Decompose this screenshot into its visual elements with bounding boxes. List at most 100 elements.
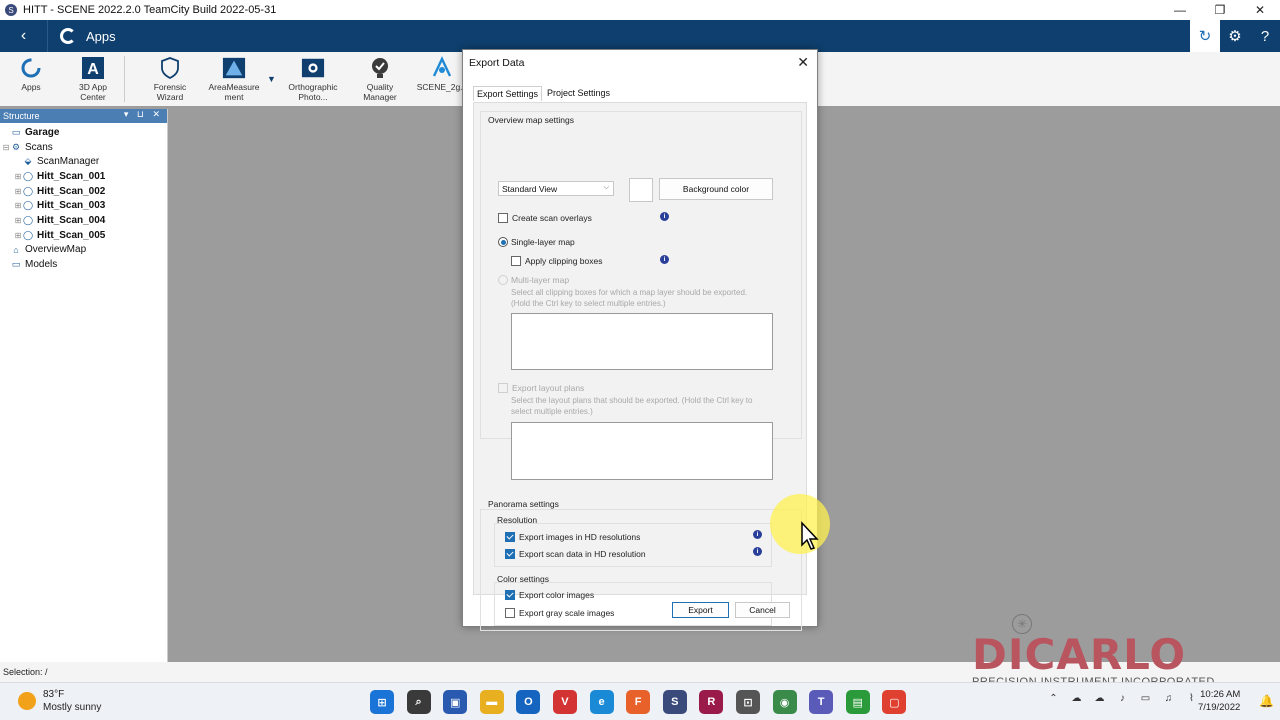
- sketchup-icon[interactable]: ▤: [845, 690, 870, 714]
- export-images-hd-checkbox[interactable]: Export images in HD resolutions: [505, 532, 640, 542]
- minimize-button[interactable]: —: [1160, 0, 1200, 20]
- tree-item[interactable]: ⬙ ScanManager: [0, 154, 167, 169]
- remote-icon[interactable]: ⊡: [735, 690, 760, 714]
- save-app-icon[interactable]: ▣: [443, 690, 468, 714]
- export-gray-scale-checkbox[interactable]: Export gray scale images: [505, 608, 614, 618]
- cloud-icon[interactable]: ☁: [1065, 693, 1088, 704]
- ribbon-apps-button[interactable]: Apps: [0, 52, 62, 92]
- create-scan-overlays-checkbox[interactable]: Create scan overlays: [498, 213, 592, 223]
- ribbon-area-measurement-button[interactable]: AreaMeasure ment: [201, 52, 267, 102]
- checkbox-label: Export scan data in HD resolution: [519, 549, 646, 559]
- expand-toggle-icon[interactable]: ⊞: [14, 187, 22, 196]
- taskbar-clock[interactable]: 10:26 AM 7/19/2022: [1198, 688, 1240, 714]
- layout-plans-list[interactable]: [511, 422, 773, 480]
- restore-button[interactable]: ❐: [1200, 0, 1240, 20]
- ribbon-label: Orthographic Photo...: [288, 82, 338, 102]
- tree-item-label: ScanManager: [37, 156, 100, 168]
- structure-tree: ▭ Garage ⊟ ⚙ Scans ⬙ ScanManager ⊞ ◯ Hitt_Scan_00…: [0, 123, 167, 272]
- display-icon[interactable]: ▭: [1134, 693, 1157, 704]
- recap-icon[interactable]: R: [699, 690, 724, 714]
- dicarlo-watermark: ✳ DICARLO PRECISION INSTRUMENT INCORPORA…: [968, 612, 1236, 690]
- export-layout-plans-checkbox[interactable]: Export layout plans: [498, 383, 584, 393]
- ribbon-forensic-wizard-button[interactable]: Forensic Wizard: [139, 52, 201, 102]
- red-app-icon[interactable]: ▢: [882, 690, 907, 714]
- expand-toggle-icon[interactable]: ⊞: [14, 201, 22, 210]
- export-scan-data-hd-checkbox[interactable]: Export scan data in HD resolution: [505, 549, 646, 559]
- scene-taskbar-icon[interactable]: S: [662, 690, 687, 714]
- help-icon[interactable]: ?: [1250, 20, 1280, 52]
- tab-project-settings[interactable]: Project Settings: [544, 86, 613, 101]
- tree-item[interactable]: ⊟ ⚙ Scans: [0, 140, 167, 155]
- cloud-outline-icon[interactable]: ☁: [1088, 693, 1111, 704]
- apps-icon: [60, 28, 76, 44]
- radio-dot: [498, 275, 508, 285]
- svg-text:A: A: [87, 61, 99, 78]
- firefox-icon[interactable]: F: [626, 690, 651, 714]
- export-color-images-checkbox[interactable]: Export color images: [505, 590, 594, 600]
- info-icon[interactable]: i: [660, 212, 669, 221]
- app-bar: ‹ Apps ↻ ⚙ ?: [0, 20, 1280, 52]
- clipping-boxes-list[interactable]: [511, 313, 773, 370]
- scan-icon: ◯: [22, 170, 34, 181]
- tree-item[interactable]: ▭ Models: [0, 257, 167, 272]
- radio-label: Multi-layer map: [511, 275, 570, 285]
- multi-layer-map-radio[interactable]: Multi-layer map: [498, 275, 569, 285]
- info-icon[interactable]: i: [753, 530, 762, 539]
- tree-item[interactable]: ⊞ ◯ Hitt_Scan_004: [0, 213, 167, 228]
- tree-item[interactable]: ▭ Garage: [0, 125, 167, 140]
- tree-item[interactable]: ⌂ OverviewMap: [0, 243, 167, 258]
- cancel-button[interactable]: Cancel: [735, 602, 790, 618]
- tree-item-label: Hitt_Scan_004: [37, 214, 106, 226]
- ribbon-quality-manager-button[interactable]: Quality Manager: [349, 52, 411, 102]
- chevron-up-icon[interactable]: ⌃: [1042, 693, 1065, 704]
- windows-start-icon[interactable]: ⊞: [370, 690, 394, 714]
- tree-item[interactable]: ⊞ ◯ Hitt_Scan_002: [0, 184, 167, 199]
- vivaldi-icon[interactable]: V: [552, 690, 577, 714]
- globe-app-icon[interactable]: ◉: [772, 690, 797, 714]
- info-icon[interactable]: i: [660, 255, 669, 264]
- ribbon-3d-app-center-button[interactable]: A 3D App Center: [62, 52, 124, 102]
- mic-icon[interactable]: ♪: [1111, 693, 1134, 704]
- multi-layer-hint: Select all clipping boxes for which a ma…: [511, 288, 748, 308]
- file-explorer-icon[interactable]: ▬: [479, 690, 504, 714]
- tree-item-label: Models: [25, 259, 58, 271]
- background-color-button[interactable]: Background color: [659, 178, 773, 200]
- dialog-close-button[interactable]: ✕: [797, 54, 809, 71]
- settings-gear-icon[interactable]: ⚙: [1220, 20, 1250, 52]
- expand-toggle-icon[interactable]: ⊟: [2, 143, 10, 152]
- background-color-swatch[interactable]: [629, 178, 653, 202]
- edge-icon[interactable]: e: [589, 690, 614, 714]
- tree-item[interactable]: ⊞ ◯ Hitt_Scan_001: [0, 169, 167, 184]
- search-icon[interactable]: ⌕: [406, 690, 431, 714]
- outlook-icon[interactable]: O: [516, 690, 541, 714]
- expand-toggle-icon[interactable]: ⊞: [14, 216, 22, 225]
- export-button[interactable]: Export: [672, 602, 729, 618]
- tree-item[interactable]: ⊞ ◯ Hitt_Scan_003: [0, 198, 167, 213]
- layout-plans-hint: Select the layout plans that should be e…: [511, 396, 753, 416]
- sync-icon[interactable]: ↻: [1190, 20, 1220, 52]
- teams-icon[interactable]: T: [809, 690, 834, 714]
- tree-item[interactable]: ⊞ ◯ Hitt_Scan_005: [0, 228, 167, 243]
- pane-controls[interactable]: ▾ ⊔ ✕: [124, 109, 163, 120]
- area-measurement-dropdown-icon[interactable]: ▼: [267, 74, 277, 84]
- close-window-button[interactable]: ✕: [1240, 0, 1280, 20]
- radio-label: Single-layer map: [511, 237, 575, 247]
- view-select-value: Standard View: [502, 183, 558, 194]
- ribbon-label: AreaMeasure ment: [208, 82, 260, 102]
- speaker-icon[interactable]: ♫: [1157, 693, 1180, 704]
- ribbon-label: Quality Manager: [363, 82, 397, 102]
- notification-bell-icon[interactable]: 🔔: [1259, 694, 1274, 708]
- ribbon-orthographic-photo-button[interactable]: Orthographic Photo...: [277, 52, 349, 102]
- weather-widget[interactable]: 83°F Mostly sunny: [18, 688, 101, 714]
- tab-export-settings[interactable]: Export Settings: [473, 86, 543, 101]
- view-select[interactable]: Standard View ⌵: [498, 181, 614, 196]
- info-icon[interactable]: i: [753, 547, 762, 556]
- apply-clipping-boxes-checkbox[interactable]: Apply clipping boxes: [511, 256, 603, 266]
- overview-map-group-label: Overview map settings: [488, 115, 574, 125]
- export-settings-panel: Overview map settings Standard View ⌵ Ba…: [473, 102, 807, 631]
- tree-item-label: Hitt_Scan_005: [37, 229, 106, 241]
- single-layer-map-radio[interactable]: Single-layer map: [498, 237, 575, 247]
- back-button[interactable]: ‹: [0, 20, 48, 52]
- expand-toggle-icon[interactable]: ⊞: [14, 172, 22, 181]
- expand-toggle-icon[interactable]: ⊞: [14, 231, 22, 240]
